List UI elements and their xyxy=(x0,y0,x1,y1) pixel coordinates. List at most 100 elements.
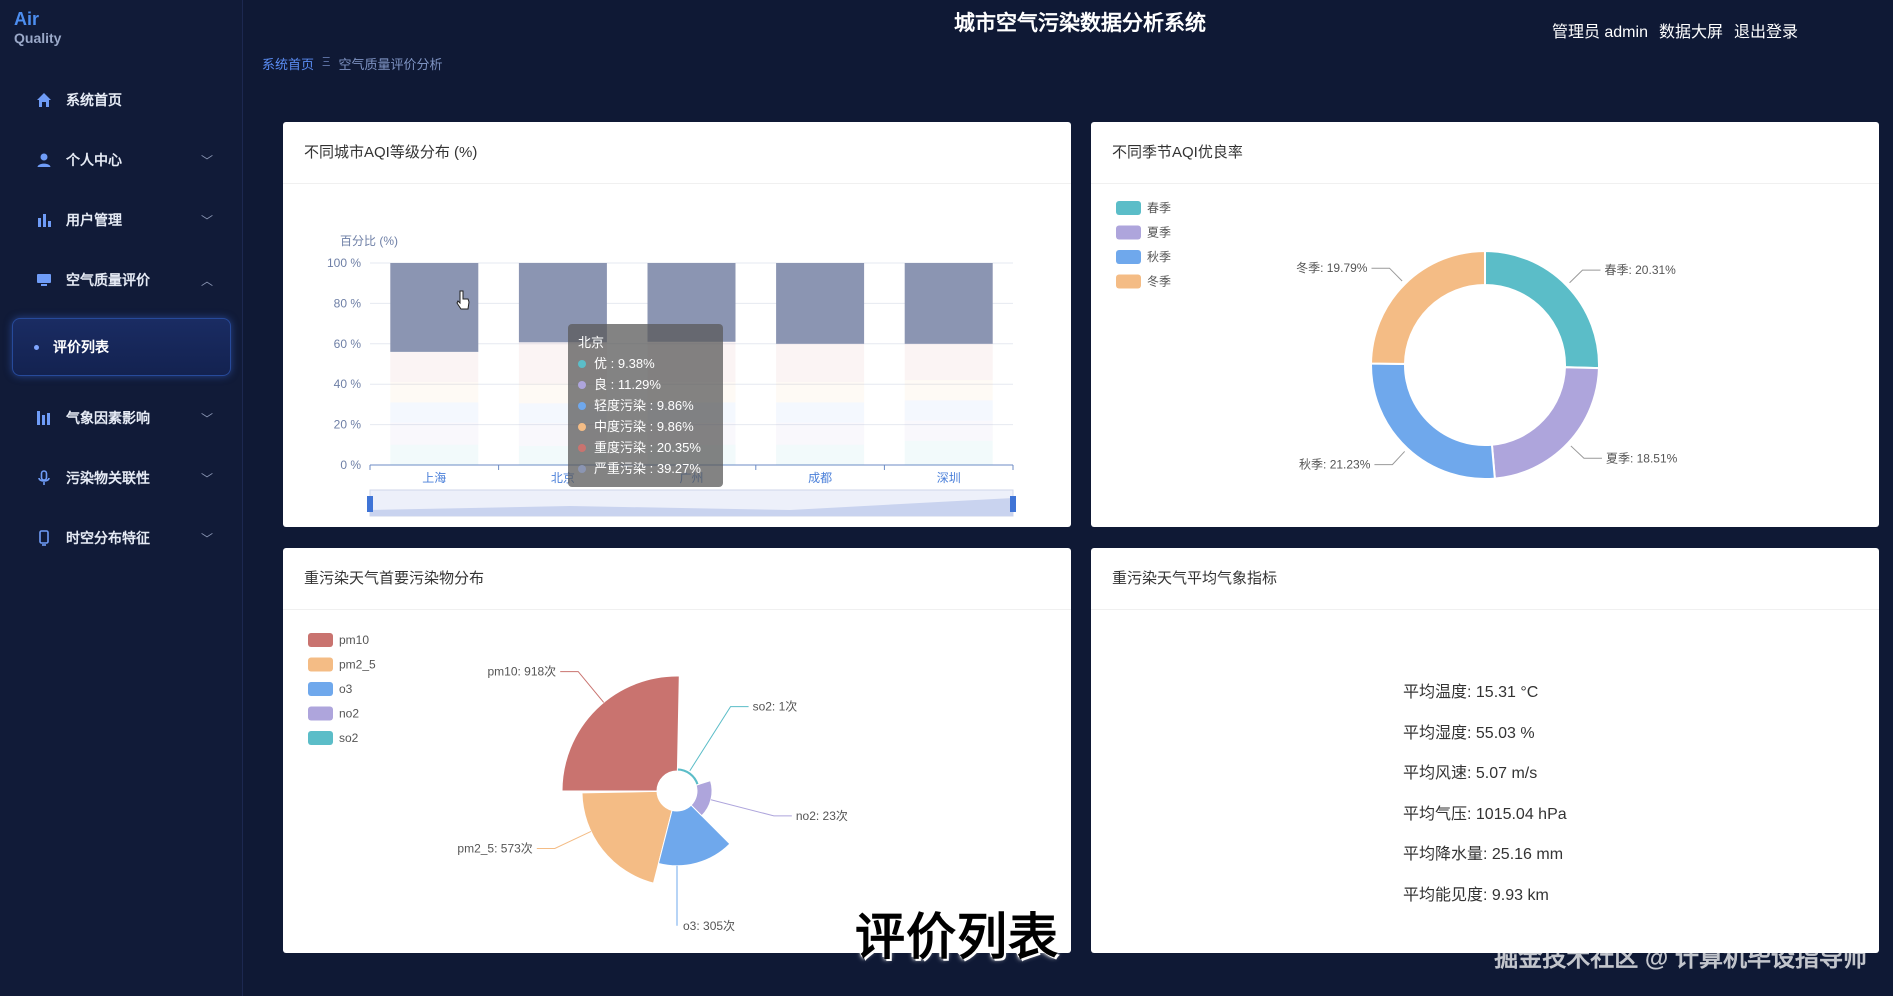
bar-segment xyxy=(776,263,865,344)
watermark: 掘金技术社区 @ 计算机毕设指导师 xyxy=(1494,945,1867,972)
bar-segment xyxy=(390,402,479,423)
sidebar-item-label: 用户管理 xyxy=(66,212,122,228)
legend-swatch xyxy=(308,657,333,672)
card-title: 不同城市AQI等级分布 (%) xyxy=(283,122,1071,184)
x-tick-label: 深圳 xyxy=(937,471,961,485)
legend-dot xyxy=(578,464,586,473)
legend-label: so2 xyxy=(339,731,359,745)
donut-slice xyxy=(1370,362,1496,480)
sidebar-item-air-quality[interactable]: 空气质量评价 ︿ xyxy=(0,250,243,310)
metric-temperature: 平均温度: 15.31 °C xyxy=(1403,684,1539,701)
weather-metrics-card: 重污染天气平均气象指标 平均温度: 15.31 °C 平均湿度: 55.03 %… xyxy=(1091,548,1879,953)
tooltip-row-label: 良 : 11.29% xyxy=(594,377,661,392)
legend-dot xyxy=(578,443,586,452)
bar-segment xyxy=(904,343,993,381)
label-leader-line xyxy=(1374,451,1406,466)
label-leader-line xyxy=(1371,267,1403,282)
sidebar-item-label: 气象因素影响 xyxy=(66,410,150,426)
legend-label: pm2_5 xyxy=(339,658,376,672)
slice-label: so2: 1次 xyxy=(753,700,798,714)
tooltip-row-label: 重度污染 : 20.35% xyxy=(594,440,701,455)
legend-swatch xyxy=(1116,201,1141,215)
x-tick-label: 上海 xyxy=(422,470,446,485)
sidebar-item-spatiotemporal[interactable]: 时空分布特征 ﹀ xyxy=(0,508,243,568)
sidebar-nav: 系统首页 个人中心 ﹀ 用户管理 ﹀ 空气质量评价 ︿ 评价列表 气象因素影响 … xyxy=(0,70,243,568)
metric-precipitation: 平均降水量: 25.16 mm xyxy=(1403,846,1564,863)
sidebar-item-label: 污染物关联性 xyxy=(66,470,150,486)
y-tick-label: 100 % xyxy=(327,256,361,270)
bar-segment xyxy=(904,263,993,344)
label-leader-line xyxy=(689,706,749,772)
sidebar-subitem-evaluation-list[interactable]: 评价列表 xyxy=(12,318,231,376)
legend-swatch xyxy=(1116,250,1141,264)
bar-segment xyxy=(904,420,993,441)
user-icon xyxy=(36,152,52,168)
mouse-cursor-icon xyxy=(456,290,470,310)
bar-segment xyxy=(776,402,865,423)
y-axis-name: 百分比 (%) xyxy=(340,234,398,248)
bar-segment xyxy=(904,380,993,401)
legend-swatch xyxy=(308,633,333,647)
legend-swatch xyxy=(308,682,333,696)
sidebar-item-pollutant-correlation[interactable]: 污染物关联性 ﹀ xyxy=(0,448,243,508)
bar-segment xyxy=(776,382,865,403)
tooltip-city: 北京 xyxy=(578,335,605,350)
device-icon xyxy=(36,530,52,546)
legend-swatch xyxy=(308,731,333,745)
video-caption: 评价列表 xyxy=(855,909,1059,965)
header-links: 管理员 admin 数据大屏 退出登录 xyxy=(1552,18,1798,42)
sidebar-item-profile[interactable]: 个人中心 ﹀ xyxy=(0,130,243,190)
admin-user-link[interactable]: 管理员 admin xyxy=(1552,18,1648,42)
pollutant-chart-card: 重污染天气首要污染物分布 pm10 pm2_5 o3 no2 so2 pm10: 918次… xyxy=(283,548,1071,953)
monitor-icon xyxy=(36,272,52,288)
slice-label: o3: 305次 xyxy=(683,919,735,933)
breadcrumb-separator: Ξ xyxy=(322,54,331,69)
logout-link[interactable]: 退出登录 xyxy=(1734,18,1798,42)
tooltip-row: 轻度污染 : 9.86% xyxy=(578,395,713,416)
sidebar-item-users[interactable]: 用户管理 ﹀ xyxy=(0,190,243,250)
sidebar-item-home[interactable]: 系统首页 xyxy=(0,70,243,130)
bar-segment xyxy=(776,444,865,465)
breadcrumb-home[interactable]: 系统首页 xyxy=(262,54,314,73)
tooltip-row: 优 : 9.38% xyxy=(578,353,713,374)
legend-dot xyxy=(578,359,586,368)
season-donut-chart[interactable]: 春季夏季秋季冬季 春季: 20.31% 夏季: 18.51% 秋季: 21.23% 冬季… xyxy=(1091,184,1879,527)
weather-metrics-list: 平均温度: 15.31 °C 平均湿度: 55.03 % 平均风速: 5.07 … xyxy=(1403,678,1567,921)
legend-label: 夏季 xyxy=(1147,226,1171,240)
label-leader-line xyxy=(1570,445,1602,459)
legend-label: no2 xyxy=(339,707,359,721)
label-leader-line xyxy=(1569,269,1601,284)
bar-segment xyxy=(776,422,865,445)
bar-segment xyxy=(904,400,993,421)
slice-label: pm10: 918次 xyxy=(487,665,556,679)
bar-segment xyxy=(776,343,865,383)
chevron-down-icon: ﹀ xyxy=(200,472,213,486)
sidebar-item-weather-factors[interactable]: 气象因素影响 ﹀ xyxy=(0,388,243,448)
y-tick-label: 20 % xyxy=(334,418,362,432)
sidebar: Air Quality 系统首页 个人中心 ﹀ 用户管理 ﹀ 空气质量评价 ︿ … xyxy=(0,0,243,996)
y-tick-label: 0 % xyxy=(340,458,361,472)
chevron-down-icon: ﹀ xyxy=(200,214,213,228)
metric-humidity: 平均湿度: 55.03 % xyxy=(1403,724,1535,742)
rose-slice xyxy=(581,790,673,884)
tooltip-row-label: 中度污染 : 9.86% xyxy=(594,419,694,434)
y-tick-label: 40 % xyxy=(334,377,362,391)
data-screen-link[interactable]: 数据大屏 xyxy=(1659,18,1723,42)
chevron-up-icon: ︿ xyxy=(200,274,213,288)
bar-segment xyxy=(904,440,993,465)
card-title: 重污染天气首要污染物分布 xyxy=(283,548,1071,610)
chevron-down-icon: ﹀ xyxy=(200,154,213,168)
bar-chart-icon xyxy=(36,212,52,228)
legend-label: pm10 xyxy=(339,633,369,647)
legend-dot xyxy=(578,422,586,431)
sidebar-item-label: 系统首页 xyxy=(66,92,122,108)
donut-slice xyxy=(1484,249,1600,370)
metric-pressure: 平均气压: 1015.04 hPa xyxy=(1403,805,1567,823)
tooltip-row-label: 优 : 9.38% xyxy=(594,356,655,371)
slice-label: 冬季: 19.79% xyxy=(1296,260,1368,275)
card-title: 不同季节AQI优良率 xyxy=(1091,122,1879,184)
legend-swatch xyxy=(1116,225,1141,240)
legend-label: 秋季 xyxy=(1147,250,1171,264)
datazoom-handle-left xyxy=(367,496,373,512)
sidebar-item-label: 个人中心 xyxy=(66,152,122,168)
